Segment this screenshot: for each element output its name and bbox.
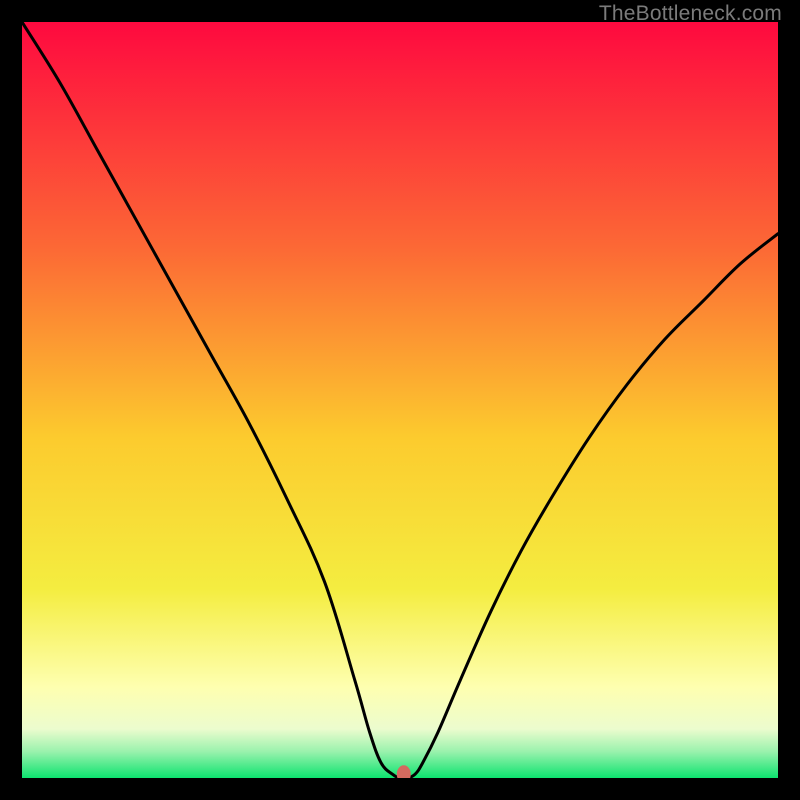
watermark-text: TheBottleneck.com	[599, 2, 782, 26]
chart-container: TheBottleneck.com	[0, 0, 800, 800]
gradient-background	[22, 22, 778, 778]
plot-svg	[22, 22, 778, 778]
plot-area	[22, 22, 778, 778]
